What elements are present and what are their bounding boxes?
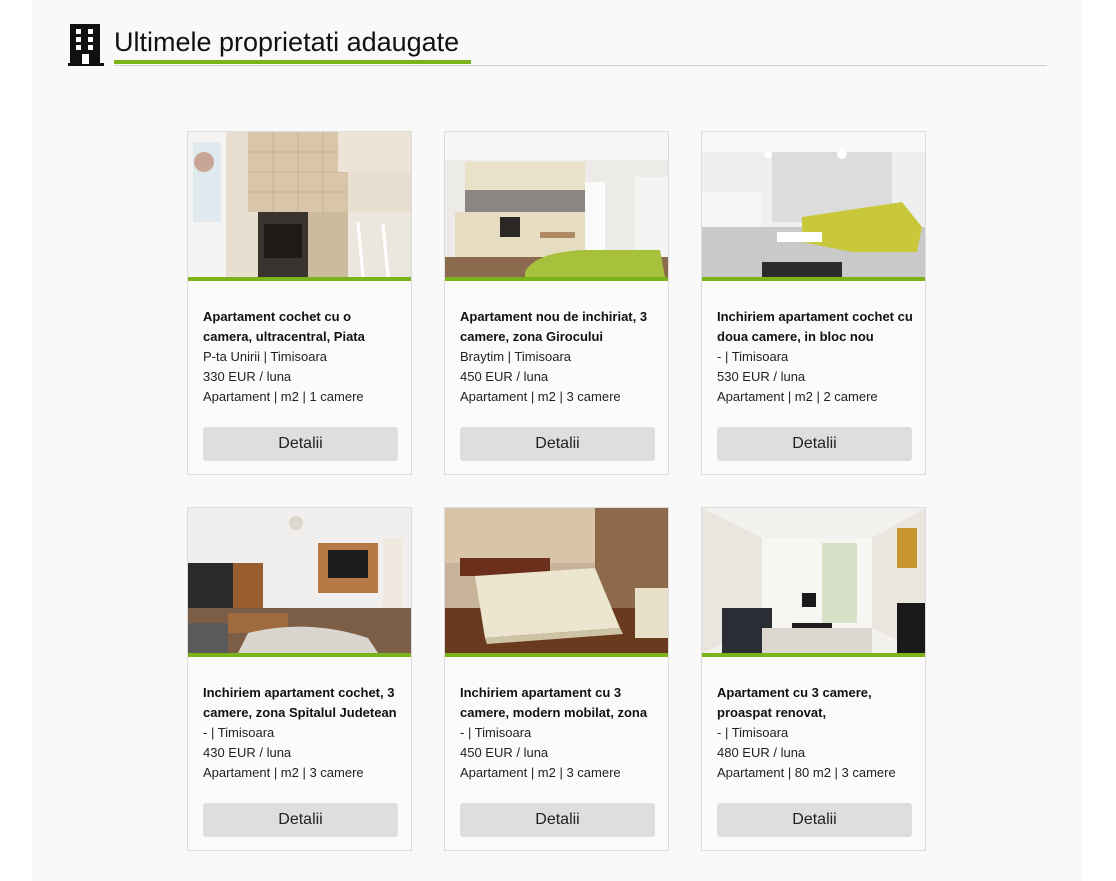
- listings-grid: Apartament cochet cu o camera, ultracent…: [187, 131, 928, 853]
- building-icon: [68, 24, 104, 66]
- details-button[interactable]: Detalii: [203, 803, 398, 837]
- listing-details: Apartament | m2 | 2 camere: [717, 389, 878, 404]
- card-accent: [445, 277, 668, 281]
- listing-location: Braytim | Timisoara: [460, 349, 572, 364]
- open-kitchen-living-photo[interactable]: [445, 132, 668, 277]
- page-container: Ultimele proprietati adaugate Apartament…: [32, 0, 1083, 881]
- panorama-living-photo[interactable]: [702, 508, 925, 653]
- details-button[interactable]: Detalii: [203, 427, 398, 461]
- listing-info: Apartament nou de inchiriat, 3 camere, z…: [460, 307, 660, 407]
- listing-title[interactable]: Apartament cu 3 camere, proaspat renovat…: [717, 683, 917, 723]
- listing-card: Inchiriem apartament cochet, 3 camere, z…: [187, 507, 412, 851]
- listing-info: Apartament cochet cu o camera, ultracent…: [203, 307, 403, 407]
- listing-card: Apartament cochet cu o camera, ultracent…: [187, 131, 412, 475]
- listing-card: Inchiriem apartament cu 3 camere, modern…: [444, 507, 669, 851]
- listing-info: Inchiriem apartament cu 3 camere, modern…: [460, 683, 660, 783]
- living-room-sofa-photo[interactable]: [702, 132, 925, 277]
- listing-title[interactable]: Apartament nou de inchiriat, 3 camere, z…: [460, 307, 660, 347]
- header-accent-underline: [114, 60, 471, 64]
- listing-title[interactable]: Inchiriem apartament cochet cu doua came…: [717, 307, 917, 347]
- listing-location: - | Timisoara: [460, 725, 532, 740]
- listing-details: Apartament | m2 | 3 camere: [460, 765, 621, 780]
- section-title: Ultimele proprietati adaugate: [114, 27, 460, 57]
- listing-details: Apartament | m2 | 3 camere: [460, 389, 621, 404]
- card-accent: [445, 653, 668, 657]
- living-room-tv-photo[interactable]: [188, 508, 411, 653]
- listing-price: 330 EUR / luna: [203, 369, 292, 384]
- listing-price: 450 EUR / luna: [460, 745, 549, 760]
- details-button[interactable]: Detalii: [460, 427, 655, 461]
- listing-location: - | Timisoara: [717, 725, 789, 740]
- listing-info: Inchiriem apartament cochet, 3 camere, z…: [203, 683, 403, 783]
- bedroom-photo[interactable]: [445, 508, 668, 653]
- listing-location: P-ta Unirii | Timisoara: [203, 349, 328, 364]
- listing-title[interactable]: Inchiriem apartament cu 3 camere, modern…: [460, 683, 660, 723]
- card-accent: [188, 653, 411, 657]
- details-button[interactable]: Detalii: [460, 803, 655, 837]
- listing-location: - | Timisoara: [717, 349, 789, 364]
- listing-price: 450 EUR / luna: [460, 369, 549, 384]
- listing-details: Apartament | 80 m2 | 3 camere: [717, 765, 896, 780]
- listing-card: Apartament cu 3 camere, proaspat renovat…: [701, 507, 926, 851]
- listing-price: 480 EUR / luna: [717, 745, 806, 760]
- listing-price: 530 EUR / luna: [717, 369, 806, 384]
- listing-card: Inchiriem apartament cochet cu doua came…: [701, 131, 926, 475]
- card-accent: [188, 277, 411, 281]
- header-divider: [114, 65, 1047, 66]
- listing-details: Apartament | m2 | 3 camere: [203, 765, 364, 780]
- listing-title[interactable]: Apartament cochet cu o camera, ultracent…: [203, 307, 403, 347]
- listing-title[interactable]: Inchiriem apartament cochet, 3 camere, z…: [203, 683, 403, 723]
- details-button[interactable]: Detalii: [717, 803, 912, 837]
- card-accent: [702, 653, 925, 657]
- listing-location: - | Timisoara: [203, 725, 275, 740]
- section-header: Ultimele proprietati adaugate: [68, 22, 1047, 66]
- listing-info: Apartament cu 3 camere, proaspat renovat…: [717, 683, 917, 783]
- kitchen-photo[interactable]: [188, 132, 411, 277]
- listing-info: Inchiriem apartament cochet cu doua came…: [717, 307, 917, 407]
- listing-price: 430 EUR / luna: [203, 745, 292, 760]
- listing-details: Apartament | m2 | 1 camere: [203, 389, 364, 404]
- details-button[interactable]: Detalii: [717, 427, 912, 461]
- listing-card: Apartament nou de inchiriat, 3 camere, z…: [444, 131, 669, 475]
- card-accent: [702, 277, 925, 281]
